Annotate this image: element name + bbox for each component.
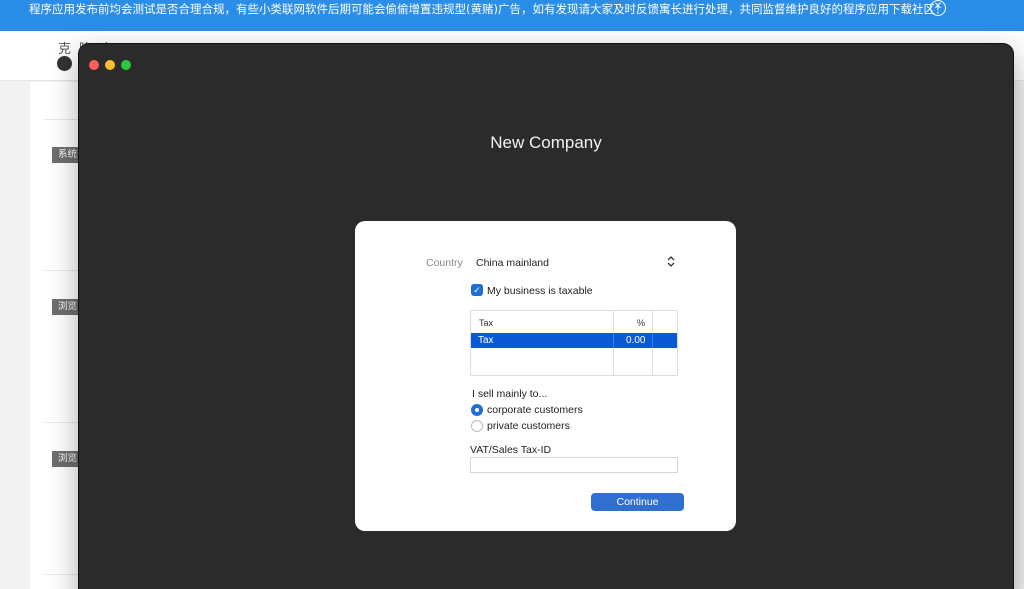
table-column-divider	[613, 333, 614, 348]
site-divider	[44, 422, 84, 423]
private-customers-radio[interactable]	[471, 420, 483, 432]
table-row[interactable]: Tax 0.00	[471, 333, 677, 348]
corporate-customers-radio[interactable]	[471, 404, 483, 416]
tax-column-header[interactable]: Tax	[479, 318, 493, 328]
checkmark-icon: ✓	[473, 285, 481, 295]
notice-banner: 程序应用发布前均会测试是否合理合规，有些小类联网软件后期可能会偷偷增置违规型(黄…	[0, 0, 1024, 31]
chevron-updown-icon	[667, 256, 675, 271]
window-close-button[interactable]	[89, 60, 99, 70]
site-category-tag[interactable]: 浏览	[52, 299, 78, 315]
site-divider	[44, 119, 84, 120]
close-icon[interactable]: ✕	[930, 0, 946, 16]
site-category-tag[interactable]: 浏览	[52, 451, 78, 467]
apple-logo-icon	[57, 56, 72, 71]
vat-label: VAT/Sales Tax-ID	[470, 444, 552, 456]
taxable-label: My business is taxable	[487, 285, 593, 297]
taxable-checkbox[interactable]: ✓	[471, 284, 483, 296]
chevron-updown-svg	[667, 256, 675, 267]
window-title: New Company	[490, 133, 602, 152]
window-zoom-button[interactable]	[121, 60, 131, 70]
private-customers-label: private customers	[487, 420, 570, 432]
sell-mainly-label: I sell mainly to...	[472, 388, 548, 400]
corporate-customers-label: corporate customers	[487, 404, 583, 416]
site-category-tag[interactable]: 系统	[52, 147, 78, 163]
tax-row-value[interactable]: 0.00	[626, 335, 645, 346]
vat-tax-id-input[interactable]	[470, 457, 678, 473]
app-window: New Company Country China mainland ✓ My …	[79, 44, 1013, 589]
country-label: Country	[426, 257, 463, 269]
window-minimize-button[interactable]	[105, 60, 115, 70]
site-divider	[44, 270, 84, 271]
continue-button[interactable]: Continue	[591, 493, 684, 511]
notice-banner-text: 程序应用发布前均会测试是否合理合规，有些小类联网软件后期可能会偷偷增置违规型(黄…	[29, 2, 947, 16]
site-divider	[44, 574, 84, 575]
new-company-panel: Country China mainland ✓ My business is …	[355, 221, 736, 531]
percent-column-header[interactable]: %	[637, 318, 645, 328]
tax-row-name[interactable]: Tax	[478, 335, 494, 346]
table-column-divider	[652, 333, 653, 348]
country-select[interactable]: China mainland	[470, 250, 679, 274]
tax-table: Tax % Tax 0.00	[470, 310, 678, 376]
country-value: China mainland	[476, 257, 549, 269]
